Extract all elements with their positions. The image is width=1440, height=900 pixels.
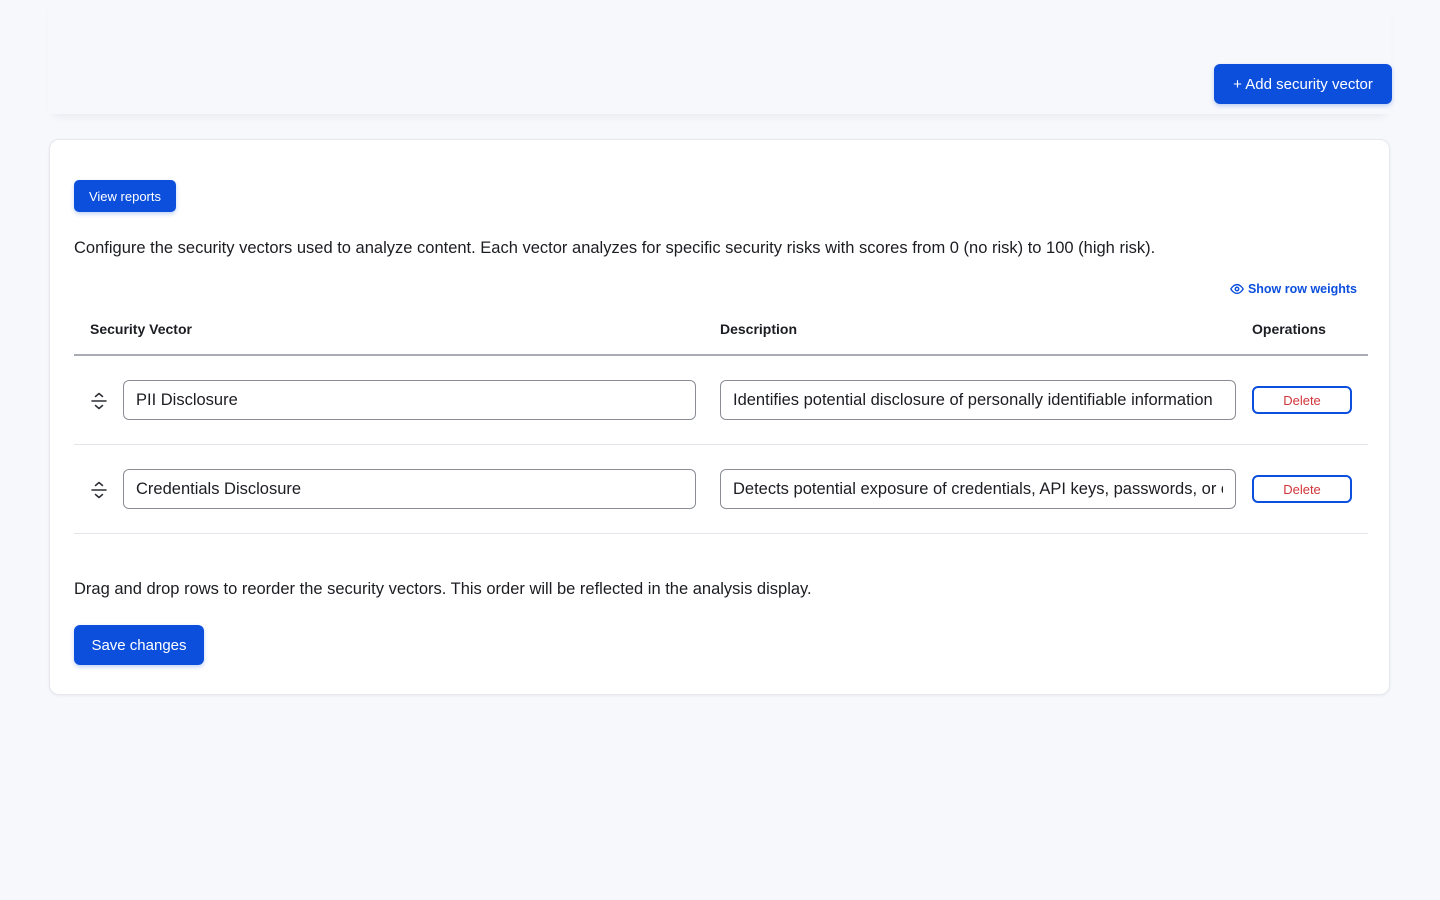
vector-name-input[interactable] [123,469,696,509]
show-row-weights-label: Show row weights [1247,282,1357,296]
delete-button[interactable]: Delete [1252,386,1352,414]
vector-description-input[interactable] [720,380,1236,420]
column-header-description: Description [720,321,798,337]
column-header-security-vector: Security Vector [90,321,192,337]
view-reports-button[interactable]: View reports [74,180,176,212]
vector-name-input[interactable] [123,380,696,420]
intro-description: Configure the security vectors used to a… [74,239,1156,257]
add-security-vector-button[interactable]: + Add security vector [1214,64,1392,104]
table-row[interactable]: Delete [74,445,1368,534]
reorder-hint-text: Drag and drop rows to reorder the securi… [74,580,812,598]
drag-handle-icon[interactable] [91,392,107,410]
security-vectors-card: View reports Configure the security vect… [49,139,1390,695]
delete-button[interactable]: Delete [1252,475,1352,503]
column-header-operations: Operations [1252,321,1326,337]
show-row-weights-toggle[interactable]: Show row weights [1230,282,1357,296]
table-header: Security Vector Description Operations [74,304,1368,356]
table-row[interactable]: Delete [74,356,1368,445]
save-changes-button[interactable]: Save changes [74,625,204,665]
eye-icon [1230,282,1244,296]
drag-handle-icon[interactable] [91,481,107,499]
vector-description-input[interactable] [720,469,1236,509]
security-vectors-table: Security Vector Description Operations D… [74,304,1368,534]
top-action-bar [48,0,1391,114]
